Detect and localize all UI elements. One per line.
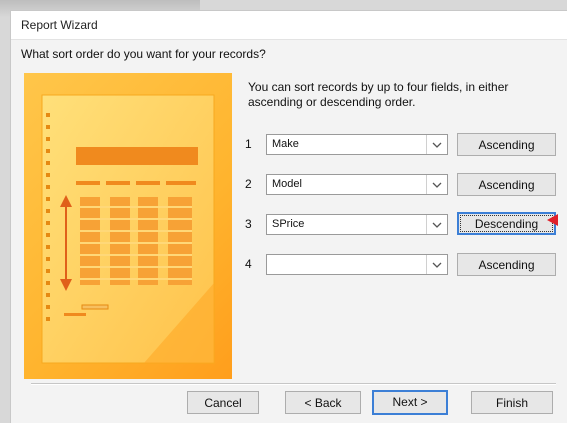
sort-row-1-number: 1 — [245, 137, 252, 151]
sort-row-3-number: 3 — [245, 217, 252, 231]
report-wizard-dialog: Report Wizard What sort order do you wan… — [10, 10, 567, 423]
title-bar: Report Wizard — [11, 11, 567, 40]
chevron-down-icon[interactable] — [426, 175, 447, 194]
red-pointer-arrow-icon — [547, 214, 558, 226]
back-button[interactable]: < Back — [285, 391, 361, 414]
sort-field-3-value: SPrice — [272, 218, 305, 230]
sort-row-4-number: 4 — [245, 257, 252, 271]
sort-field-4-combo[interactable] — [266, 254, 448, 275]
sort-field-2-value: Model — [272, 178, 302, 190]
sort-field-2-combo[interactable]: Model — [266, 174, 448, 195]
sort-order-4-button[interactable]: Ascending — [457, 253, 556, 276]
chevron-down-icon[interactable] — [426, 255, 447, 274]
sort-field-1-combo[interactable]: Make — [266, 134, 448, 155]
cancel-button[interactable]: Cancel — [187, 391, 259, 414]
report-sort-illustration-icon — [41, 94, 215, 364]
sort-row-2-number: 2 — [245, 177, 252, 191]
sort-field-3-combo[interactable]: SPrice — [266, 214, 448, 235]
wizard-question: What sort order do you want for your rec… — [21, 47, 266, 61]
sort-order-2-button[interactable]: Ascending — [457, 173, 556, 196]
sort-instructions: You can sort records by up to four field… — [248, 80, 509, 109]
dialog-title: Report Wizard — [21, 18, 98, 32]
chevron-down-icon[interactable] — [426, 135, 447, 154]
next-button[interactable]: Next > — [372, 390, 448, 415]
sort-field-1-value: Make — [272, 138, 299, 150]
footer-separator — [31, 383, 556, 385]
sort-order-3-button[interactable]: Descending — [457, 212, 556, 235]
report-illustration — [24, 73, 232, 379]
finish-button[interactable]: Finish — [471, 391, 553, 414]
sort-order-1-button[interactable]: Ascending — [457, 133, 556, 156]
chevron-down-icon[interactable] — [426, 215, 447, 234]
